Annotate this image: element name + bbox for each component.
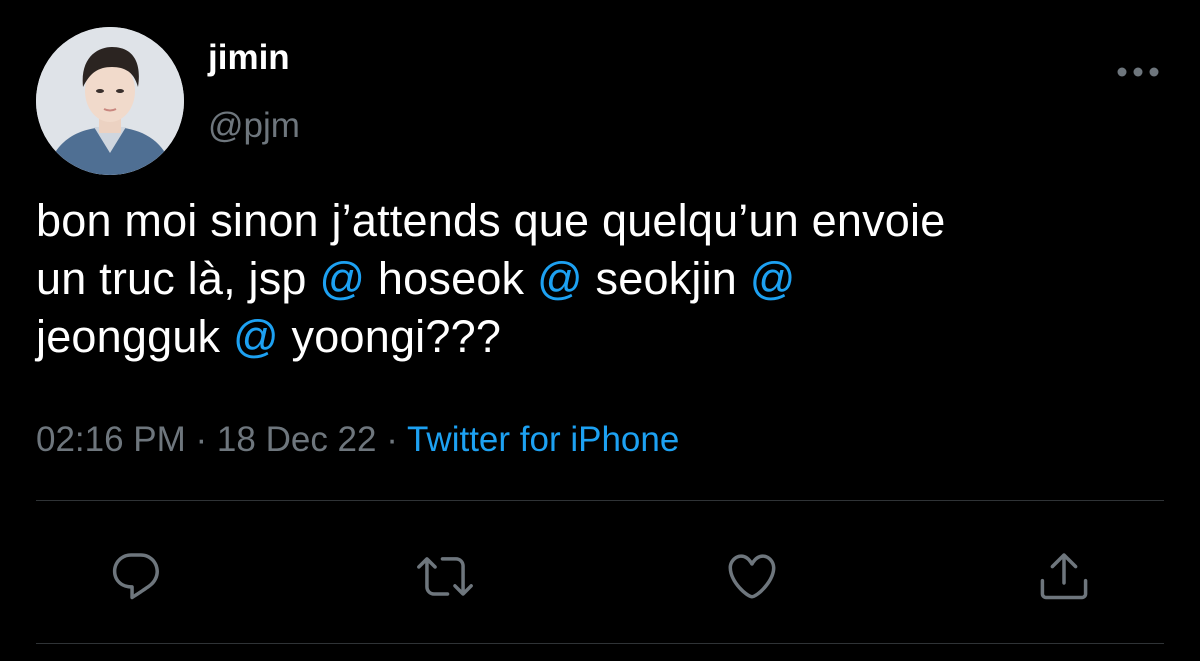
retweet-icon bbox=[417, 557, 473, 596]
tweet-text-segment: seokjin bbox=[582, 253, 750, 304]
reply-button[interactable] bbox=[106, 546, 166, 606]
avatar[interactable] bbox=[36, 27, 184, 175]
tweet-text-line: bon moi sinon j’attends que quelqu’un en… bbox=[36, 192, 1176, 250]
tweet-text-segment: hoseok bbox=[365, 253, 537, 304]
mention-at-link[interactable]: @ bbox=[537, 253, 583, 304]
more-options-button[interactable] bbox=[1112, 56, 1164, 88]
tweet-text-segment: bon moi sinon j’attends que quelqu’un en… bbox=[36, 195, 946, 246]
mention-at-link[interactable]: @ bbox=[233, 311, 279, 362]
like-button[interactable] bbox=[722, 546, 782, 606]
mention-at-link[interactable]: @ bbox=[750, 253, 796, 304]
tweet-text-segment: jeongguk bbox=[36, 311, 233, 362]
share-button[interactable] bbox=[1034, 546, 1094, 606]
user-handle[interactable]: @pjm bbox=[208, 106, 300, 146]
tweet-text-segment: un truc là, jsp bbox=[36, 253, 320, 304]
meta-separator: · bbox=[185, 420, 217, 459]
meta-separator: · bbox=[376, 420, 407, 459]
avatar-image bbox=[36, 27, 184, 175]
heart-icon bbox=[728, 554, 776, 599]
tweet-time: 02:16 PM bbox=[36, 420, 186, 459]
tweet-meta: 02:16 PM · 18 Dec 22 · Twitter for iPhon… bbox=[36, 420, 679, 460]
tweet-card: jimin @pjm bon moi sinon j’attends que q… bbox=[0, 0, 1200, 661]
divider bbox=[36, 500, 1164, 501]
tweet-text-line: jeongguk @ yoongi??? bbox=[36, 308, 1176, 366]
tweet-text-line: un truc là, jsp @ hoseok @ seokjin @ bbox=[36, 250, 1176, 308]
tweet-text: bon moi sinon j’attends que quelqu’un en… bbox=[36, 192, 1176, 366]
tweet-source-link[interactable]: Twitter for iPhone bbox=[407, 420, 679, 459]
bottom-divider bbox=[36, 643, 1164, 644]
retweet-button[interactable] bbox=[415, 546, 475, 606]
mention-at-link[interactable]: @ bbox=[319, 253, 365, 304]
more-icon bbox=[1117, 67, 1159, 77]
share-icon bbox=[1040, 553, 1088, 600]
display-name[interactable]: jimin bbox=[208, 38, 290, 78]
tweet-text-segment: yoongi??? bbox=[278, 311, 502, 362]
reply-icon bbox=[112, 553, 159, 600]
tweet-date: 18 Dec 22 bbox=[216, 420, 377, 459]
